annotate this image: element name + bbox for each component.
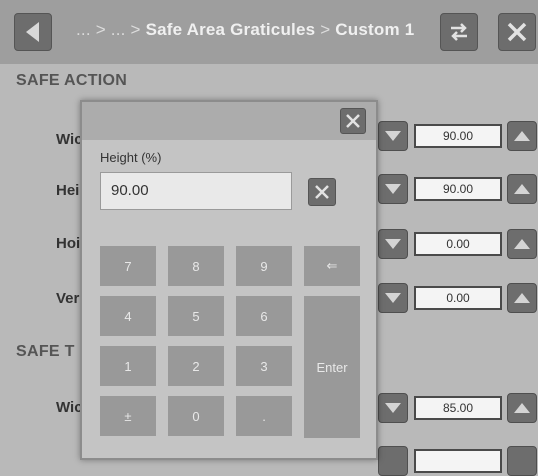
chevron-up-icon (514, 131, 530, 141)
increment-button[interactable] (507, 283, 537, 313)
breadcrumb-section[interactable]: Safe Area Graticules (146, 20, 316, 39)
increment-button[interactable] (507, 446, 537, 476)
value-field-title-width[interactable]: 85.00 (414, 396, 502, 420)
section-title-safe-action: SAFE ACTION (16, 72, 128, 89)
back-button[interactable] (14, 13, 52, 51)
chevron-down-icon (385, 293, 401, 303)
enter-key[interactable]: Enter (304, 296, 360, 438)
key-4[interactable]: 4 (100, 296, 156, 336)
decrement-button[interactable] (378, 393, 408, 423)
chevron-down-icon (385, 239, 401, 249)
chevron-up-icon (514, 293, 530, 303)
increment-button[interactable] (507, 121, 537, 151)
value-field-vertical[interactable]: 0.00 (414, 286, 502, 310)
decrement-button[interactable] (378, 229, 408, 259)
key-6[interactable]: 6 (236, 296, 292, 336)
value-field-partial[interactable] (414, 449, 502, 473)
decrement-button[interactable] (378, 121, 408, 151)
value-input[interactable]: 90.00 (100, 172, 292, 210)
increment-button[interactable] (507, 393, 537, 423)
dialog-header (82, 102, 376, 140)
swap-button[interactable] (440, 13, 478, 51)
swap-arrows-icon (451, 23, 467, 41)
chevron-up-icon (514, 184, 530, 194)
row-label-title-width: Wic (56, 399, 83, 416)
row-label-height: Hei (56, 182, 80, 199)
breadcrumb: ... > ... > Safe Area Graticules > Custo… (76, 20, 414, 40)
numeric-keypad-dialog: Height (%) 90.00 7 8 9 ⇐ 4 5 6 Enter 1 2… (80, 100, 378, 460)
clear-input-button[interactable] (308, 178, 336, 206)
close-icon (507, 22, 527, 42)
triangle-left-icon (26, 22, 39, 42)
key-3[interactable]: 3 (236, 346, 292, 386)
dialog-close-button[interactable] (340, 108, 366, 134)
key-9[interactable]: 9 (236, 246, 292, 286)
key-0[interactable]: 0 (168, 396, 224, 436)
chevron-up-icon (514, 239, 530, 249)
chevron-down-icon (385, 403, 401, 413)
close-icon (315, 185, 329, 199)
row-label-horizontal: Hoi (56, 235, 81, 252)
row-label-vertical: Ver (56, 290, 80, 307)
key-2[interactable]: 2 (168, 346, 224, 386)
chevron-down-icon (385, 131, 401, 141)
breadcrumb-parent-1[interactable]: ... (76, 20, 91, 39)
chevron-down-icon (385, 184, 401, 194)
decimal-key[interactable]: . (236, 396, 292, 436)
breadcrumb-parent-2[interactable]: ... (111, 20, 126, 39)
key-1[interactable]: 1 (100, 346, 156, 386)
key-8[interactable]: 8 (168, 246, 224, 286)
breadcrumb-current: Custom 1 (335, 20, 415, 39)
close-icon (346, 114, 360, 128)
increment-button[interactable] (507, 174, 537, 204)
top-bar: ... > ... > Safe Area Graticules > Custo… (0, 0, 538, 64)
key-5[interactable]: 5 (168, 296, 224, 336)
section-title-safe-title: SAFE T (16, 343, 75, 360)
value-field-width[interactable]: 90.00 (414, 124, 502, 148)
dialog-field-label: Height (%) (100, 150, 162, 165)
increment-button[interactable] (507, 229, 537, 259)
decrement-button[interactable] (378, 283, 408, 313)
value-field-height[interactable]: 90.00 (414, 177, 502, 201)
plus-minus-key[interactable]: ± (100, 396, 156, 436)
backspace-key[interactable]: ⇐ (304, 246, 360, 286)
decrement-button[interactable] (378, 446, 408, 476)
breadcrumb-separator: > (95, 20, 106, 39)
value-field-horizontal[interactable]: 0.00 (414, 232, 502, 256)
chevron-up-icon (514, 403, 530, 413)
breadcrumb-separator: > (320, 20, 331, 39)
row-label-width: Wic (56, 131, 83, 148)
close-button[interactable] (498, 13, 536, 51)
breadcrumb-separator: > (130, 20, 141, 39)
key-7[interactable]: 7 (100, 246, 156, 286)
decrement-button[interactable] (378, 174, 408, 204)
